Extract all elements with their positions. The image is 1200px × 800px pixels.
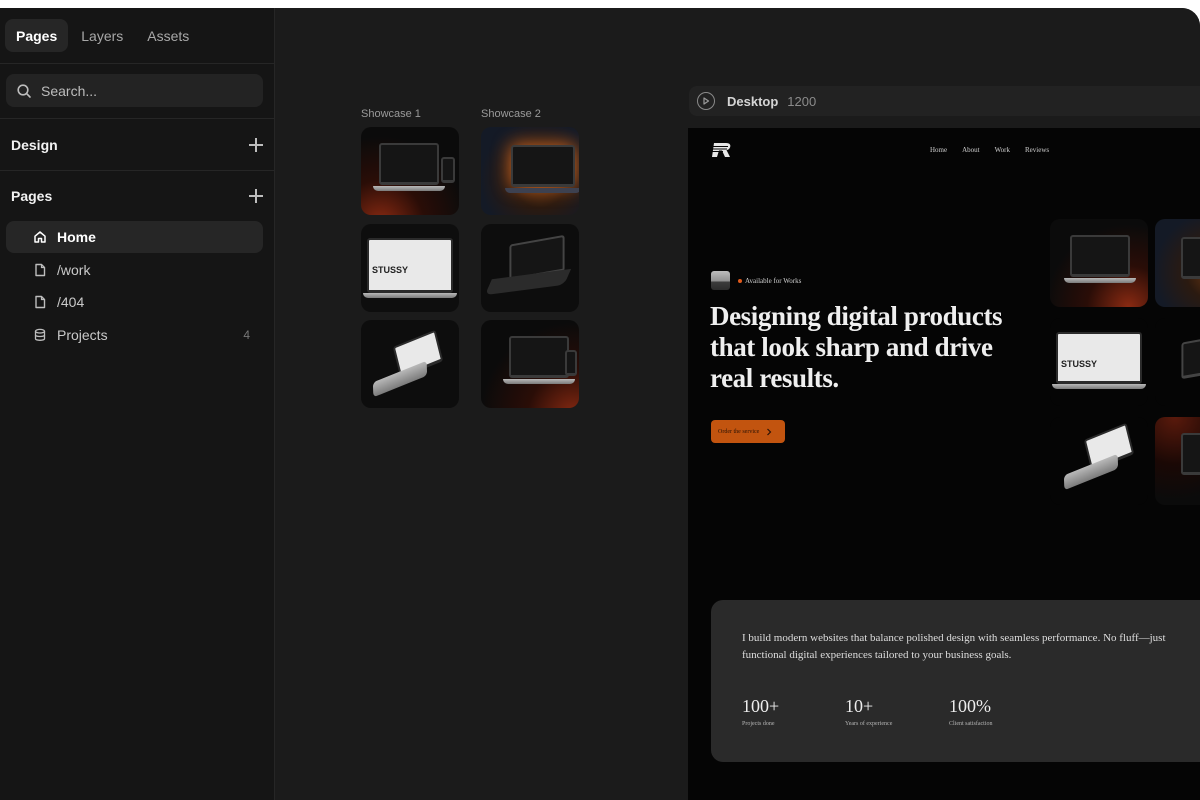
stat-label: Projects done [742,721,775,727]
pages-section-header: Pages [11,185,263,207]
showcase-thumbnail[interactable] [361,127,459,215]
collection-count: 4 [243,328,250,342]
design-section-header: Design [11,134,263,156]
status-dot [738,278,742,283]
stat-experience: 10+ Years of experience [845,696,892,727]
add-design-icon[interactable] [249,138,263,152]
page-item-404[interactable]: /404 [6,286,263,318]
laptop-mockup: STUSSY [367,238,453,293]
design-canvas[interactable]: Showcase 1 Showcase 2 STUSSY Desktop 120… [275,8,1200,800]
laptop-mockup [379,143,439,185]
cta-label: Order the service [718,428,760,435]
project-thumbnail[interactable] [1155,417,1200,505]
showcase-thumbnail[interactable] [361,320,459,408]
showcase-1-label[interactable]: Showcase 1 [361,108,421,120]
divider [0,170,274,171]
tab-layers[interactable]: Layers [70,19,134,52]
search-input[interactable] [41,82,241,99]
stat-value: 100% [949,696,991,716]
thumbnail-text: STUSSY [372,265,409,275]
nav-link-reviews[interactable]: Reviews [1025,146,1049,154]
hero-title: Designing digital products that look sha… [710,301,1003,393]
showcase-thumbnail[interactable] [481,320,579,408]
breakpoint-name: Desktop [727,93,779,109]
page-item-projects[interactable]: Projects 4 [6,319,263,351]
breakpoint-bar[interactable]: Desktop 1200 [689,86,1200,116]
divider [0,63,274,64]
nav-link-work[interactable]: Work [995,146,1010,154]
site-nav: Home About Work Reviews [930,146,1049,154]
pages-section-title: Pages [11,188,53,204]
availability-badge: Available for Works [711,271,801,290]
thumbnail-text: STUSSY [1061,359,1098,369]
project-thumbnail[interactable] [1050,219,1148,307]
project-thumbnail[interactable] [1155,318,1200,406]
logo-icon [711,142,733,158]
laptop-base [1052,384,1146,389]
order-service-button[interactable]: Order the service [711,420,785,443]
laptop-mockup [1181,237,1200,279]
laptop-mockup [511,145,575,187]
add-page-icon[interactable] [249,189,263,203]
home-icon [33,230,47,244]
phone-mockup [565,350,577,376]
search-box[interactable] [6,74,263,107]
page-label: /work [57,262,91,278]
page-item-home[interactable]: Home [6,221,263,253]
file-icon [33,295,47,309]
stat-label: Years of experience [845,721,893,727]
project-thumbnail[interactable]: STUSSY [1050,318,1148,406]
intro-text: I build modern websites that balance pol… [742,632,1166,661]
tab-pages[interactable]: Pages [5,19,69,52]
nav-link-about[interactable]: About [962,146,980,154]
project-thumbnail[interactable] [1050,417,1148,505]
showcase-thumbnail[interactable] [481,224,579,312]
laptop-mockup: STUSSY [1056,332,1142,384]
laptop-mockup [1070,235,1130,277]
search-icon [16,83,32,99]
tab-assets[interactable]: Assets [136,19,200,52]
laptop-base [363,293,457,298]
desktop-frame[interactable]: Home About Work Reviews Available for Wo… [688,128,1200,800]
page-label: Projects [57,327,108,343]
laptop-base [1064,278,1136,283]
editor-window: Pages Layers Assets Design Pages Home [0,8,1200,800]
laptop-base [503,379,575,384]
divider [0,118,274,119]
nav-link-home[interactable]: Home [930,146,947,154]
phone-mockup [441,157,455,183]
design-section-title: Design [11,137,58,153]
availability-text: Available for Works [745,276,802,285]
laptop-base [373,186,445,191]
laptop-base [505,188,579,193]
avatar [711,271,730,290]
project-thumbnail[interactable] [1155,219,1200,307]
chevron-right-icon [765,428,773,436]
file-icon [33,263,47,277]
intro-card: I build modern websites that balance pol… [711,600,1200,762]
page-label: /404 [57,294,85,310]
page-label: Home [57,229,96,245]
stat-satisfaction: 100% Client satisfaction [949,696,993,727]
laptop-mockup [1181,332,1200,380]
stat-value: 10+ [845,696,874,716]
stat-label: Client satisfaction [949,721,993,727]
showcase-thumbnail[interactable]: STUSSY [361,224,459,312]
sidebar-tabs: Pages Layers Assets [5,19,200,53]
page-item-work[interactable]: /work [6,254,263,286]
stat-value: 100+ [742,696,780,716]
laptop-mockup [1181,433,1200,475]
showcase-thumbnail[interactable] [481,127,579,215]
database-icon [33,328,47,342]
stat-projects: 100+ Projects done [742,696,779,727]
showcase-2-label[interactable]: Showcase 2 [481,108,541,120]
laptop-mockup [509,336,569,378]
breakpoint-width: 1200 [787,93,817,109]
play-icon[interactable] [697,92,715,110]
left-sidebar: Pages Layers Assets Design Pages Home [0,8,275,800]
